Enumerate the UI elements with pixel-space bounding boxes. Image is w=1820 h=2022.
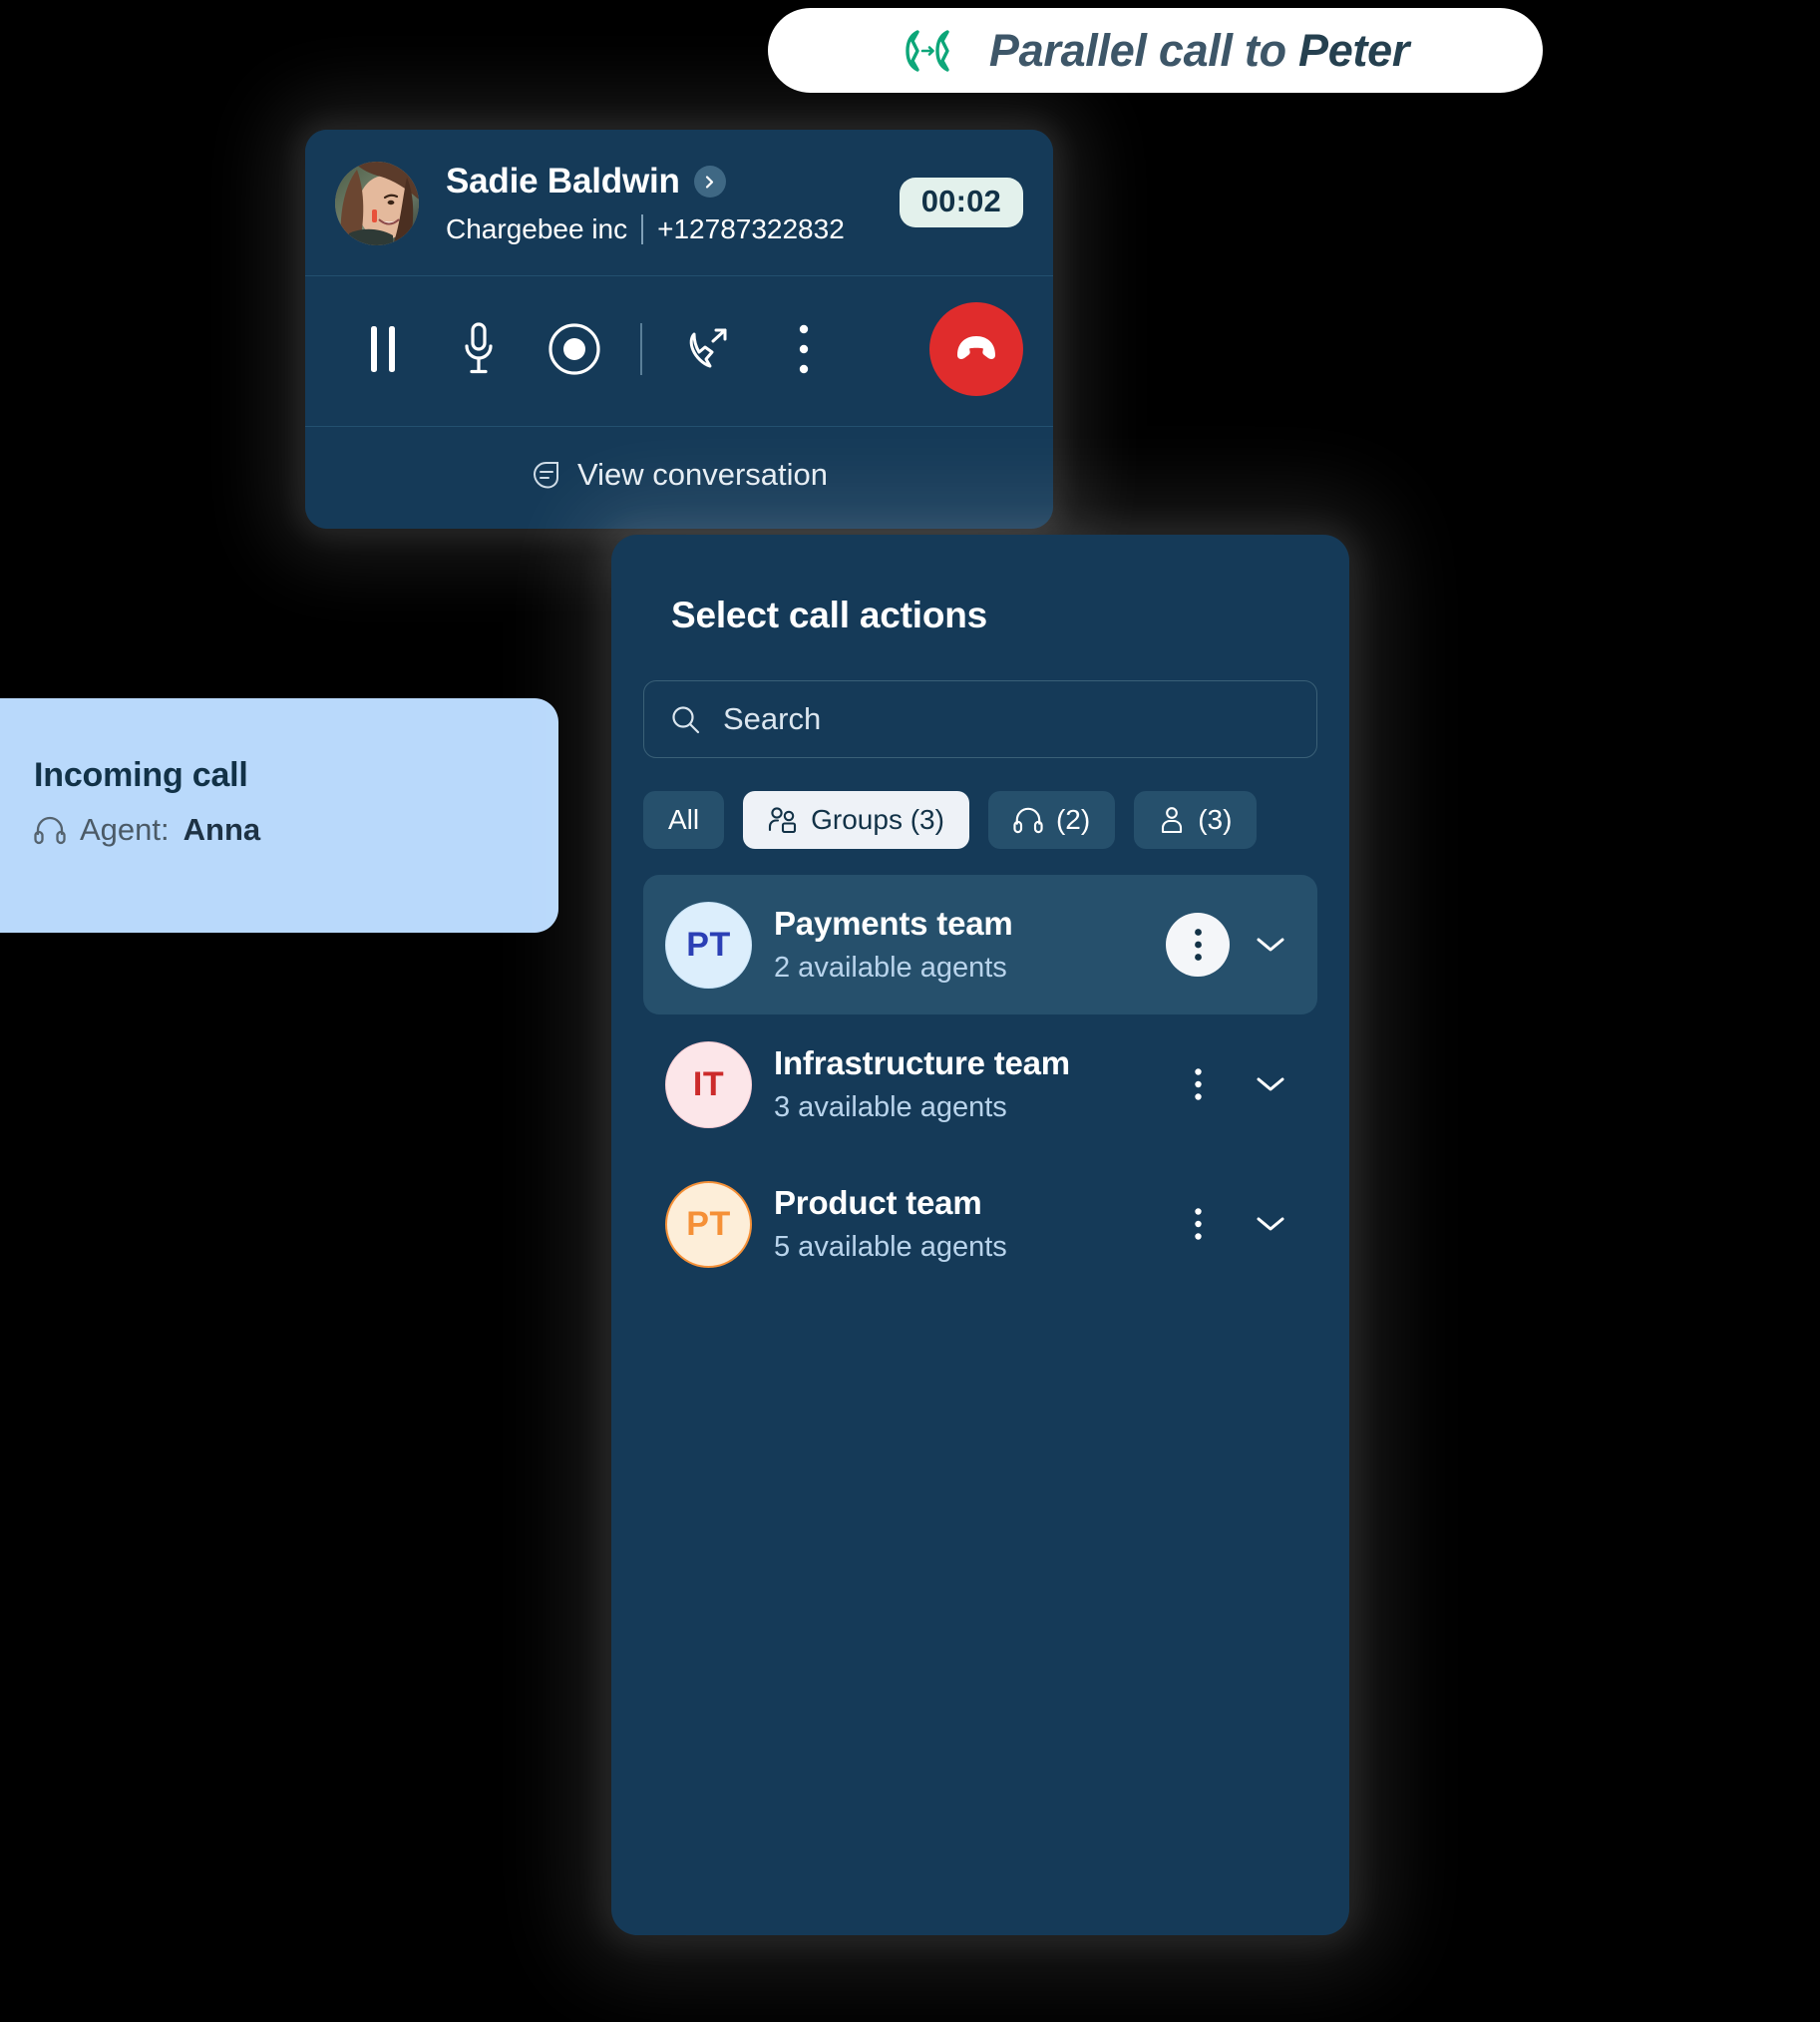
team-name: Product team xyxy=(774,1184,982,1221)
call-card-header: Sadie Baldwin Chargebee inc +12787322832… xyxy=(305,130,1053,275)
call-more-options-button[interactable] xyxy=(756,311,852,387)
chevron-down-icon xyxy=(1257,1217,1284,1231)
parallel-call-label: Parallel call to Peter xyxy=(989,25,1409,77)
pause-icon xyxy=(371,326,395,372)
call-controls xyxy=(305,276,1053,426)
contact-name: Sadie Baldwin xyxy=(446,162,680,201)
team-actions xyxy=(1166,913,1295,977)
avatar: PT xyxy=(665,1180,752,1268)
team-availability: 3 available agents xyxy=(774,1091,1007,1123)
table-row[interactable]: PT Payments team 2 available agents xyxy=(643,875,1317,1014)
view-conversation-label: View conversation xyxy=(576,457,828,492)
subtitle-divider xyxy=(641,214,644,244)
avatar: IT xyxy=(665,1040,752,1128)
more-options-icon xyxy=(1194,929,1202,961)
filter-chip-contacts-label: (3) xyxy=(1198,804,1233,835)
chevron-down-icon xyxy=(1257,1077,1284,1091)
parallel-call-prefix: Parallel call to xyxy=(988,24,1298,76)
table-row[interactable]: PT Product team 5 available agents xyxy=(643,1154,1317,1294)
chevron-down-icon xyxy=(1257,938,1284,952)
more-options-icon xyxy=(1194,1068,1202,1100)
conversation-icon xyxy=(533,461,558,489)
incoming-agent-name: Anna xyxy=(182,812,261,847)
filter-chip-groups-label: Groups (3) xyxy=(811,804,944,835)
incoming-call-agent-row: Agent: Anna xyxy=(34,812,558,848)
incoming-agent-prefix: Agent: xyxy=(80,812,170,847)
filter-chip-contacts[interactable]: (3) xyxy=(1134,791,1258,849)
group-icon xyxy=(769,807,797,834)
active-call-card: Sadie Baldwin Chargebee inc +12787322832… xyxy=(305,130,1053,529)
team-expand-button[interactable] xyxy=(1246,920,1295,970)
team-more-options-button[interactable] xyxy=(1166,1192,1230,1256)
mute-button[interactable] xyxy=(431,311,527,387)
contact-company: Chargebee inc xyxy=(446,213,628,244)
team-more-options-button[interactable] xyxy=(1166,913,1230,977)
panel-title: Select call actions xyxy=(671,595,988,635)
call-transfer-icon xyxy=(689,328,727,368)
filter-chips: All Groups (3) (2) (3) xyxy=(643,791,1317,849)
chevron-right-icon[interactable] xyxy=(693,166,726,198)
contact-avatar xyxy=(335,162,419,245)
team-expand-button[interactable] xyxy=(1246,1199,1295,1249)
filter-chip-all-label: All xyxy=(668,804,700,835)
team-info: Payments team 2 available agents xyxy=(774,905,1166,985)
select-call-actions-panel: Select call actions Search All Groups (3… xyxy=(611,535,1349,1935)
parallel-call-target: Peter xyxy=(1297,24,1410,76)
filter-chip-groups[interactable]: Groups (3) xyxy=(743,791,969,849)
end-call-icon xyxy=(957,336,995,359)
end-call-button[interactable] xyxy=(929,302,1023,396)
filter-chip-agents[interactable]: (2) xyxy=(987,791,1116,849)
transfer-call-button[interactable] xyxy=(660,311,756,387)
record-icon xyxy=(548,323,600,375)
headset-icon xyxy=(1013,807,1043,834)
filter-chip-all[interactable]: All xyxy=(643,791,725,849)
team-availability: 5 available agents xyxy=(774,1231,1007,1263)
microphone-icon xyxy=(465,322,493,374)
more-options-icon xyxy=(1194,1208,1202,1240)
incoming-call-title: Incoming call xyxy=(34,756,248,794)
team-info: Infrastructure team 3 available agents xyxy=(774,1044,1166,1124)
more-options-icon xyxy=(799,324,809,374)
incoming-call-card: Incoming call Agent: Anna xyxy=(0,698,558,933)
call-timer: 00:02 xyxy=(899,178,1023,227)
team-info: Product team 5 available agents xyxy=(774,1184,1166,1264)
team-list: PT Payments team 2 available agents IT I… xyxy=(643,875,1317,1294)
pause-button[interactable] xyxy=(335,311,431,387)
record-button[interactable] xyxy=(527,311,622,387)
controls-divider xyxy=(640,323,642,375)
parallel-call-banner: Parallel call to Peter xyxy=(768,8,1543,93)
team-availability: 2 available agents xyxy=(774,952,1007,984)
parallel-call-icon xyxy=(906,29,949,72)
team-actions xyxy=(1166,1192,1295,1256)
team-actions xyxy=(1166,1052,1295,1116)
team-more-options-button[interactable] xyxy=(1166,1052,1230,1116)
screen-root: Parallel call to Peter Sadie Baldwin Cha… xyxy=(0,0,1820,2022)
person-icon xyxy=(1162,807,1183,834)
search-icon xyxy=(672,705,700,733)
contact-phone: +12787322832 xyxy=(657,213,845,244)
view-conversation-button[interactable]: View conversation xyxy=(305,427,1053,529)
avatar: PT xyxy=(665,901,752,989)
team-name: Infrastructure team xyxy=(774,1044,1070,1081)
headset-icon xyxy=(34,816,66,845)
team-name: Payments team xyxy=(774,905,1013,942)
filter-chip-agents-label: (2) xyxy=(1055,804,1091,835)
search-input[interactable]: Search xyxy=(643,680,1317,758)
team-expand-button[interactable] xyxy=(1246,1059,1295,1109)
table-row[interactable]: IT Infrastructure team 3 available agent… xyxy=(643,1014,1317,1154)
search-placeholder: Search xyxy=(723,701,822,736)
